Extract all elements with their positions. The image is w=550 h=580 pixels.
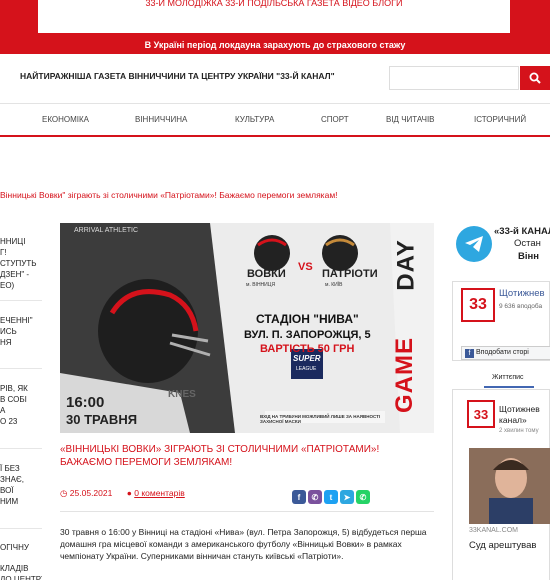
post-image[interactable] xyxy=(469,448,550,524)
site-tagline: НАЙТИРАЖНІША ГАЗЕТА ВІННИЧЧИНИ ТА ЦЕНТРУ… xyxy=(20,71,335,81)
poster-league: SUPER xyxy=(293,354,321,363)
comments-link[interactable]: 0 коментарів xyxy=(134,488,185,498)
tab-indicator xyxy=(484,386,534,388)
breaking-news-bar[interactable]: В Україні період локдауна зарахують до с… xyxy=(0,36,550,54)
search-icon xyxy=(529,72,541,84)
post-source: 33KANAL.COM xyxy=(469,527,519,534)
viber-icon[interactable]: ✆ xyxy=(308,490,322,504)
nav-item-sport[interactable]: СПОРТ xyxy=(321,115,349,124)
article-hero-image[interactable]: ARRIVAL ATHLETIC ВОВКИ м. ВІННИЦЯ VS ПАТ… xyxy=(60,223,434,433)
post-avatar: 33 xyxy=(467,400,495,428)
fb-likes-count: 9 636 вподоба xyxy=(499,303,543,310)
left-news-item[interactable]: КЛАДІВ ДО ЦЕНТРУ xyxy=(0,563,42,580)
nav-underline xyxy=(0,135,550,137)
telegram-channel-icon[interactable] xyxy=(456,226,492,262)
poster-league-sub: LEAGUE xyxy=(296,366,317,372)
page-logo[interactable]: 33 xyxy=(461,288,495,322)
article-meta: ◷ 25.05.2021 ● 0 коментарів xyxy=(60,488,185,499)
fb-like-label: Вподобати сторі xyxy=(476,349,529,356)
fb-page-name[interactable]: Щотижнев xyxy=(499,288,545,299)
poster-day: DAY xyxy=(392,239,420,291)
poster-time: 16:00 xyxy=(66,394,105,411)
poster-game-day: GAME DAY xyxy=(391,223,433,433)
left-news-item[interactable]: ННИЦІ Г! СТУПУТЬ ДЗЕН" - ЕО) xyxy=(0,236,36,291)
search-button[interactable] xyxy=(520,66,550,90)
left-news-item[interactable]: РІВ, ЯК В СОБІ А О 23 xyxy=(0,383,28,427)
calendar-icon: ◷ xyxy=(60,488,68,498)
poster-team1: ВОВКИ xyxy=(247,268,286,280)
telegram-title[interactable]: «33-й КАНАЛ» xyxy=(494,226,550,237)
site-header: НАЙТИРАЖНІША ГАЗЕТА ВІННИЧЧИНИ ТА ЦЕНТРУ… xyxy=(0,54,550,104)
article-body: 30 травня о 16:00 у Вінниці на стадіоні … xyxy=(60,527,427,561)
article-headline[interactable]: «Вінницькі Вовки» зіграють зі столичними… xyxy=(60,443,434,469)
poster-vs: VS xyxy=(298,261,313,273)
comment-icon: ● xyxy=(126,488,132,498)
post-time: 2 хвилин тому xyxy=(499,428,539,434)
poster-stadium: СТАДІОН "НИВА" xyxy=(256,312,359,326)
divider xyxy=(0,448,42,449)
poster-team2-city: м. КИЇВ xyxy=(325,282,343,288)
news-ticker[interactable]: Вінницькі Вовки" зіграють зі столичними … xyxy=(0,190,338,200)
poster-team2: ПАТРІОТИ xyxy=(322,268,378,280)
game-day-poster xyxy=(60,223,434,433)
poster-game: GAME xyxy=(391,337,418,413)
left-news-item[interactable]: ЕЧЕННІ" ИСЬ НЯ xyxy=(0,315,33,348)
nav-item-history[interactable]: ІСТОРИЧНИЙ xyxy=(474,115,526,124)
divider xyxy=(0,300,42,301)
nav-item-economy[interactable]: ЕКОНОМІКА xyxy=(42,115,89,124)
facebook-page-widget: 33 Щотижнев 9 636 вподоба f Вподобати ст… xyxy=(452,281,550,361)
divider xyxy=(60,511,434,512)
telegram-subtitle-2: Вінн xyxy=(518,251,539,262)
fb-post[interactable]: 33 Щотижнев канал» 2 хвилин тому 33KANAL… xyxy=(452,389,550,580)
poster-mask-note: ВХІД НА ТРИБУНИ МОЖЛИВИЙ ЛИШЕ ЗА НАЯВНОС… xyxy=(260,414,381,424)
share-buttons: f ✆ t ➤ ✆ xyxy=(292,490,370,504)
top-red-bar: 33-Й МОЛОДІЖКА 33-Й ПОДІЛЬСЬКА ГАЗЕТА ВІ… xyxy=(0,0,550,36)
facebook-icon[interactable]: f xyxy=(292,490,306,504)
poster-brand: ARRIVAL ATHLETIC xyxy=(74,227,139,234)
article-date: 25.05.2021 xyxy=(69,488,113,498)
nav-item-culture[interactable]: КУЛЬТУРА xyxy=(235,115,274,124)
facebook-icon: f xyxy=(465,349,474,358)
telegram-subtitle: Остан xyxy=(514,238,541,249)
divider xyxy=(0,528,42,529)
top-menu[interactable]: 33-Й МОЛОДІЖКА 33-Й ПОДІЛЬСЬКА ГАЗЕТА ВІ… xyxy=(38,0,510,33)
poster-date: 30 ТРАВНЯ xyxy=(66,412,138,427)
fb-like-page-button[interactable]: f Вподобати сторі xyxy=(461,346,550,360)
right-sidebar: «33-й КАНАЛ» Остан Вінн 33 Щотижнев 9 63… xyxy=(452,223,550,580)
poster-address: ВУЛ. П. ЗАПОРОЖЦЯ, 5 xyxy=(244,329,371,341)
fb-timeline-tab[interactable]: Життєпис xyxy=(492,374,524,381)
poster-team1-city: м. ВІННИЦЯ xyxy=(246,282,276,288)
poster-jersey: KNES xyxy=(168,389,196,400)
telegram-icon[interactable]: ➤ xyxy=(340,490,354,504)
nav-item-vinnytsia[interactable]: ВІННИЧЧИНА xyxy=(135,115,187,124)
whatsapp-icon[interactable]: ✆ xyxy=(356,490,370,504)
left-news-column: ННИЦІ Г! СТУПУТЬ ДЗЕН" - ЕО) ЕЧЕННІ" ИСЬ… xyxy=(0,228,42,580)
divider xyxy=(0,368,42,369)
search-input[interactable] xyxy=(389,66,519,90)
post-author[interactable]: Щотижнев канал» xyxy=(499,404,540,426)
left-news-item[interactable]: Ї БЕЗ ЗНАЄ, ВОЇ НИМ xyxy=(0,463,24,507)
post-title[interactable]: Суд арештував xyxy=(469,540,536,551)
twitter-icon[interactable]: t xyxy=(324,490,338,504)
nav-item-readers[interactable]: ВІД ЧИТАЧІВ xyxy=(386,115,435,124)
left-news-item[interactable]: ОГІЧНУ xyxy=(0,542,29,553)
main-nav: ЕКОНОМІКА ВІННИЧЧИНА КУЛЬТУРА СПОРТ ВІД … xyxy=(0,104,550,136)
